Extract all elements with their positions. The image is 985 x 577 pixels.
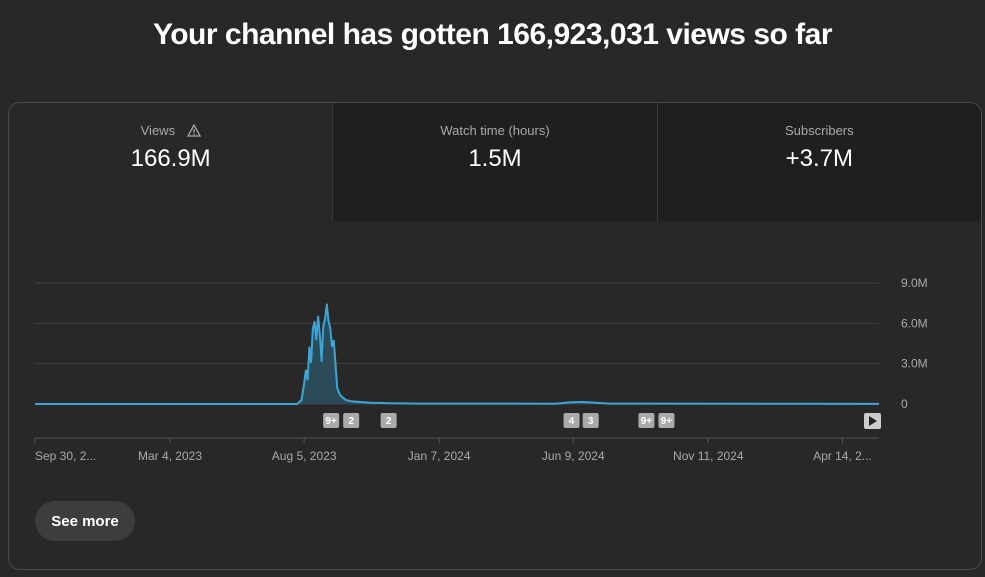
x-tick-label: Sep 30, 2... xyxy=(35,449,96,463)
annotation-marker[interactable]: 2 xyxy=(343,413,360,428)
annotation-label: 9+ xyxy=(661,416,673,427)
x-tick-label: Aug 5, 2023 xyxy=(272,449,337,463)
annotation-marker[interactable]: 3 xyxy=(582,413,599,428)
views-chart: 9.0M 6.0M 3.0M 0 9+ 2 2 4 3 9+ 9+ Sep 30, 2... Mar 4… xyxy=(34,276,928,463)
y-tick-label: 3.0M xyxy=(901,357,928,371)
series-line xyxy=(35,303,880,405)
annotation-marker[interactable]: 9+ xyxy=(638,413,655,428)
analytics-card: Views 166.9M Watch time (hours) 1.5M Sub… xyxy=(8,102,982,570)
page-headline: Your channel has gotten 166,923,031 view… xyxy=(152,18,833,51)
annotation-label: 2 xyxy=(386,416,392,427)
annotation-label: 4 xyxy=(569,416,575,427)
y-tick-label: 9.0M xyxy=(901,276,928,290)
annotation-label: 9+ xyxy=(641,416,653,427)
y-tick-label: 6.0M xyxy=(901,316,928,330)
series-area xyxy=(35,304,879,404)
see-more-button[interactable]: See more xyxy=(35,501,135,541)
annotation-label: 9+ xyxy=(325,416,337,427)
annotation-label: 2 xyxy=(348,416,354,427)
x-tick-label: Apr 14, 2... xyxy=(813,449,872,463)
play-icon[interactable] xyxy=(864,413,881,429)
annotation-marker[interactable]: 4 xyxy=(563,413,580,428)
annotation-marker[interactable]: 2 xyxy=(380,413,397,428)
x-tick-label: Nov 11, 2024 xyxy=(673,449,744,463)
x-tick-label: Jan 7, 2024 xyxy=(408,449,471,463)
y-tick-label: 0 xyxy=(901,397,908,411)
annotation-marker[interactable]: 9+ xyxy=(658,413,675,428)
x-tick-label: Mar 4, 2023 xyxy=(138,449,202,463)
annotation-marker[interactable]: 9+ xyxy=(323,413,340,428)
annotation-label: 3 xyxy=(588,416,594,427)
x-tick-label: Jun 9, 2024 xyxy=(542,449,605,463)
